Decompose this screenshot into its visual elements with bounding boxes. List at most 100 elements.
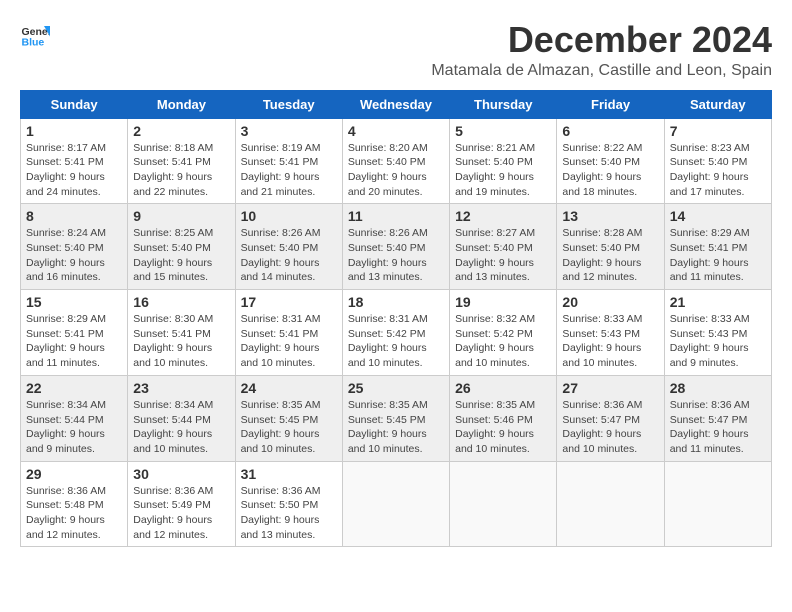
day-number: 21 bbox=[670, 294, 766, 310]
day-info: Sunrise: 8:35 AMSunset: 5:46 PMDaylight:… bbox=[455, 398, 551, 457]
day-number: 3 bbox=[241, 123, 337, 139]
day-number: 16 bbox=[133, 294, 229, 310]
calendar-week-row: 29Sunrise: 8:36 AMSunset: 5:48 PMDayligh… bbox=[21, 461, 772, 547]
day-number: 11 bbox=[348, 208, 444, 224]
calendar-cell bbox=[450, 461, 557, 547]
calendar-week-row: 1 Sunrise: 8:17 AMSunset: 5:41 PMDaylight… bbox=[21, 118, 772, 204]
day-number: 2 bbox=[133, 123, 229, 139]
day-number: 17 bbox=[241, 294, 337, 310]
calendar-cell: 18 Sunrise: 8:31 AMSunset: 5:42 PMDayligh… bbox=[342, 290, 449, 376]
calendar-cell: 31 Sunrise: 8:36 AMSunset: 5:50 PMDayligh… bbox=[235, 461, 342, 547]
weekday-header-friday: Friday bbox=[557, 90, 664, 118]
day-info: Sunrise: 8:34 AMSunset: 5:44 PMDaylight:… bbox=[133, 398, 229, 457]
day-info: Sunrise: 8:21 AMSunset: 5:40 PMDaylight:… bbox=[455, 141, 551, 200]
day-info: Sunrise: 8:28 AMSunset: 5:40 PMDaylight:… bbox=[562, 226, 658, 285]
calendar-cell: 12 Sunrise: 8:27 AMSunset: 5:40 PMDayligh… bbox=[450, 204, 557, 290]
day-number: 28 bbox=[670, 380, 766, 396]
calendar-cell bbox=[664, 461, 771, 547]
logo-icon: General Blue bbox=[20, 20, 50, 50]
day-number: 15 bbox=[26, 294, 122, 310]
calendar-cell: 26 Sunrise: 8:35 AMSunset: 5:46 PMDayligh… bbox=[450, 375, 557, 461]
day-number: 12 bbox=[455, 208, 551, 224]
day-number: 7 bbox=[670, 123, 766, 139]
day-number: 4 bbox=[348, 123, 444, 139]
day-number: 13 bbox=[562, 208, 658, 224]
svg-text:Blue: Blue bbox=[22, 37, 45, 49]
calendar-cell: 14 Sunrise: 8:29 AMSunset: 5:41 PMDayligh… bbox=[664, 204, 771, 290]
day-info: Sunrise: 8:34 AMSunset: 5:44 PMDaylight:… bbox=[26, 398, 122, 457]
weekday-header-tuesday: Tuesday bbox=[235, 90, 342, 118]
calendar-cell: 22 Sunrise: 8:34 AMSunset: 5:44 PMDayligh… bbox=[21, 375, 128, 461]
calendar-cell: 2 Sunrise: 8:18 AMSunset: 5:41 PMDaylight… bbox=[128, 118, 235, 204]
day-number: 20 bbox=[562, 294, 658, 310]
calendar-cell: 19 Sunrise: 8:32 AMSunset: 5:42 PMDayligh… bbox=[450, 290, 557, 376]
calendar-cell: 1 Sunrise: 8:17 AMSunset: 5:41 PMDaylight… bbox=[21, 118, 128, 204]
calendar-cell: 29Sunrise: 8:36 AMSunset: 5:48 PMDayligh… bbox=[21, 461, 128, 547]
calendar-cell bbox=[557, 461, 664, 547]
day-number: 14 bbox=[670, 208, 766, 224]
day-info: Sunrise: 8:36 AMSunset: 5:47 PMDaylight:… bbox=[670, 398, 766, 457]
day-number: 30 bbox=[133, 466, 229, 482]
calendar-cell: 20 Sunrise: 8:33 AMSunset: 5:43 PMDayligh… bbox=[557, 290, 664, 376]
calendar-cell: 17Sunrise: 8:31 AMSunset: 5:41 PMDayligh… bbox=[235, 290, 342, 376]
calendar-cell: 9Sunrise: 8:25 AMSunset: 5:40 PMDaylight… bbox=[128, 204, 235, 290]
day-number: 6 bbox=[562, 123, 658, 139]
day-number: 24 bbox=[241, 380, 337, 396]
calendar-cell: 5 Sunrise: 8:21 AMSunset: 5:40 PMDaylight… bbox=[450, 118, 557, 204]
weekday-header-monday: Monday bbox=[128, 90, 235, 118]
month-year: December 2024 bbox=[431, 20, 772, 60]
calendar-cell: 3Sunrise: 8:19 AMSunset: 5:41 PMDaylight… bbox=[235, 118, 342, 204]
day-info: Sunrise: 8:18 AMSunset: 5:41 PMDaylight:… bbox=[133, 141, 229, 200]
day-info: Sunrise: 8:23 AMSunset: 5:40 PMDaylight:… bbox=[670, 141, 766, 200]
calendar-cell: 6 Sunrise: 8:22 AMSunset: 5:40 PMDaylight… bbox=[557, 118, 664, 204]
location: Matamala de Almazan, Castille and Leon, … bbox=[431, 62, 772, 80]
day-number: 27 bbox=[562, 380, 658, 396]
day-info: Sunrise: 8:36 AMSunset: 5:47 PMDaylight:… bbox=[562, 398, 658, 457]
day-number: 5 bbox=[455, 123, 551, 139]
weekday-header-saturday: Saturday bbox=[664, 90, 771, 118]
day-info: Sunrise: 8:29 AMSunset: 5:41 PMDaylight:… bbox=[670, 226, 766, 285]
day-info: Sunrise: 8:30 AMSunset: 5:41 PMDaylight:… bbox=[133, 312, 229, 371]
day-number: 10 bbox=[241, 208, 337, 224]
day-info: Sunrise: 8:26 AMSunset: 5:40 PMDaylight:… bbox=[348, 226, 444, 285]
day-info: Sunrise: 8:33 AMSunset: 5:43 PMDaylight:… bbox=[670, 312, 766, 371]
day-number: 26 bbox=[455, 380, 551, 396]
calendar-cell: 10 Sunrise: 8:26 AMSunset: 5:40 PMDayligh… bbox=[235, 204, 342, 290]
day-info: Sunrise: 8:27 AMSunset: 5:40 PMDaylight:… bbox=[455, 226, 551, 285]
day-number: 9 bbox=[133, 208, 229, 224]
day-info: Sunrise: 8:33 AMSunset: 5:43 PMDaylight:… bbox=[562, 312, 658, 371]
day-info: Sunrise: 8:29 AMSunset: 5:41 PMDaylight:… bbox=[26, 312, 122, 371]
calendar-table: SundayMondayTuesdayWednesdayThursdayFrid… bbox=[20, 90, 772, 548]
calendar-cell: 21 Sunrise: 8:33 AMSunset: 5:43 PMDayligh… bbox=[664, 290, 771, 376]
day-info: Sunrise: 8:35 AMSunset: 5:45 PMDaylight:… bbox=[348, 398, 444, 457]
day-info: Sunrise: 8:36 AMSunset: 5:50 PMDaylight:… bbox=[241, 484, 337, 543]
calendar-cell: 23 Sunrise: 8:34 AMSunset: 5:44 PMDayligh… bbox=[128, 375, 235, 461]
calendar-cell: 16 Sunrise: 8:30 AMSunset: 5:41 PMDayligh… bbox=[128, 290, 235, 376]
calendar-week-row: 8Sunrise: 8:24 AMSunset: 5:40 PMDaylight… bbox=[21, 204, 772, 290]
day-info: Sunrise: 8:26 AMSunset: 5:40 PMDaylight:… bbox=[241, 226, 337, 285]
day-info: Sunrise: 8:36 AMSunset: 5:49 PMDaylight:… bbox=[133, 484, 229, 543]
day-number: 25 bbox=[348, 380, 444, 396]
day-info: Sunrise: 8:31 AMSunset: 5:42 PMDaylight:… bbox=[348, 312, 444, 371]
calendar-cell: 13 Sunrise: 8:28 AMSunset: 5:40 PMDayligh… bbox=[557, 204, 664, 290]
calendar-cell: 28 Sunrise: 8:36 AMSunset: 5:47 PMDayligh… bbox=[664, 375, 771, 461]
page-header: General Blue December 2024 Matamala de A… bbox=[20, 20, 772, 80]
day-info: Sunrise: 8:17 AMSunset: 5:41 PMDaylight:… bbox=[26, 141, 122, 200]
day-number: 18 bbox=[348, 294, 444, 310]
calendar-week-row: 15 Sunrise: 8:29 AMSunset: 5:41 PMDayligh… bbox=[21, 290, 772, 376]
calendar-cell: 8Sunrise: 8:24 AMSunset: 5:40 PMDaylight… bbox=[21, 204, 128, 290]
calendar-cell: 11 Sunrise: 8:26 AMSunset: 5:40 PMDayligh… bbox=[342, 204, 449, 290]
day-number: 1 bbox=[26, 123, 122, 139]
day-number: 22 bbox=[26, 380, 122, 396]
title-section: December 2024 Matamala de Almazan, Casti… bbox=[431, 20, 772, 80]
day-number: 23 bbox=[133, 380, 229, 396]
day-info: Sunrise: 8:24 AMSunset: 5:40 PMDaylight:… bbox=[26, 226, 122, 285]
day-info: Sunrise: 8:32 AMSunset: 5:42 PMDaylight:… bbox=[455, 312, 551, 371]
day-number: 31 bbox=[241, 466, 337, 482]
day-info: Sunrise: 8:22 AMSunset: 5:40 PMDaylight:… bbox=[562, 141, 658, 200]
calendar-cell: 25 Sunrise: 8:35 AMSunset: 5:45 PMDayligh… bbox=[342, 375, 449, 461]
calendar-header-row: SundayMondayTuesdayWednesdayThursdayFrid… bbox=[21, 90, 772, 118]
calendar-cell: 7 Sunrise: 8:23 AMSunset: 5:40 PMDaylight… bbox=[664, 118, 771, 204]
calendar-cell: 30 Sunrise: 8:36 AMSunset: 5:49 PMDayligh… bbox=[128, 461, 235, 547]
day-number: 19 bbox=[455, 294, 551, 310]
